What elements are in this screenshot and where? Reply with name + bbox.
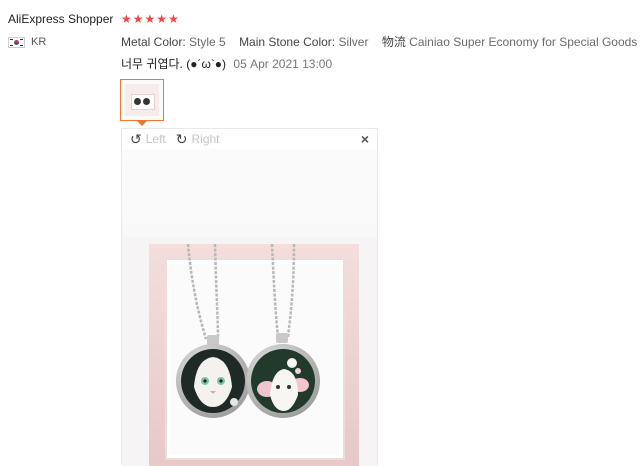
rotate-right-button[interactable]: ↻ Right <box>176 131 220 148</box>
rotate-left-button[interactable]: ↺ Left <box>130 131 166 148</box>
attribute-metal-color: Metal Color: Style 5 <box>121 35 226 49</box>
reviewer-name: AliExpress Shopper <box>8 12 114 26</box>
thumbnail-pointer <box>137 121 147 126</box>
close-icon[interactable]: × <box>361 131 369 147</box>
review-content: 너무 귀엽다. (●´ω`●) 05 Apr 2021 13:00 <box>121 55 332 72</box>
country-code: KR <box>31 36 47 48</box>
attribute-main-stone-color: Main Stone Color: Silver <box>239 35 369 49</box>
star-icon: ★ <box>121 12 132 26</box>
star-icon: ★ <box>168 12 179 26</box>
review-photo <box>122 149 377 466</box>
star-rating: ★ ★ ★ ★ ★ <box>121 13 180 25</box>
rotate-right-label: Right <box>191 132 220 146</box>
review-date: 05 Apr 2021 13:00 <box>233 57 333 71</box>
rotate-left-label: Left <box>145 132 166 146</box>
thumbnail-image <box>125 84 159 116</box>
product-attributes: Metal Color: Style 5 Main Stone Color: S… <box>121 33 642 50</box>
image-viewer: ↺ Left ↻ Right × <box>121 128 378 466</box>
review-text: 너무 귀엽다. (●´ω`●) <box>121 57 227 71</box>
rotate-right-icon: ↻ <box>175 130 188 147</box>
star-icon: ★ <box>144 12 156 26</box>
south-korea-flag-icon <box>8 36 25 48</box>
rotate-left-icon: ↺ <box>130 130 142 147</box>
viewer-toolbar: ↺ Left ↻ Right × <box>122 129 377 149</box>
necklace-photo <box>122 149 377 466</box>
reviewer-country: KR <box>8 36 118 48</box>
reviewer-info: AliExpress Shopper KR <box>8 12 118 48</box>
star-icon: ★ <box>132 12 144 26</box>
attribute-logistics: 物流 Cainiao Super Economy for Special Goo… <box>381 35 638 49</box>
star-icon: ★ <box>156 12 168 26</box>
review-image-thumbnail[interactable] <box>120 79 164 121</box>
